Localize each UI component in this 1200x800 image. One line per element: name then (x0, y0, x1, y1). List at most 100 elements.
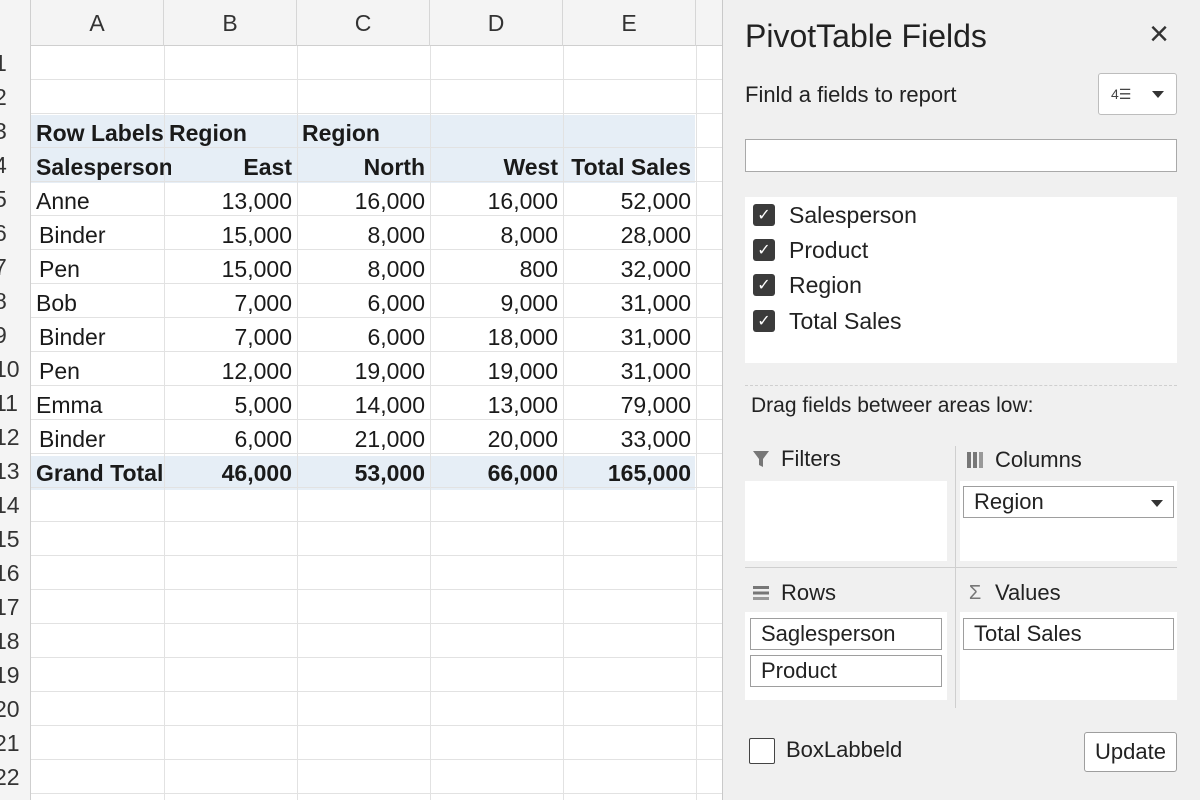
cell-label[interactable]: Binder (31, 320, 164, 354)
field-item-salesperson[interactable]: ✓ Salesperson (753, 199, 917, 231)
row-header-15[interactable]: 15 (0, 522, 31, 556)
cell-west-header[interactable]: West (430, 150, 563, 184)
cell-west[interactable]: 19,000 (430, 354, 563, 388)
cell-total[interactable]: 32,000 (563, 252, 696, 286)
row-header-6[interactable]: 6 (0, 216, 31, 250)
row-header-16[interactable]: 16 (0, 556, 31, 590)
row-header-12[interactable]: 12 (0, 420, 31, 454)
cell-east[interactable]: 7,000 (164, 320, 297, 354)
cell-grand-total-sum[interactable]: 165,000 (563, 456, 696, 490)
cell-north[interactable]: 16,000 (297, 184, 430, 218)
cell-total[interactable]: 79,000 (563, 388, 696, 422)
cell-label[interactable]: Bob (31, 286, 164, 320)
cell-total-sales-header[interactable]: Total Sales (563, 150, 696, 184)
field-search-input[interactable] (745, 139, 1177, 172)
cell-north[interactable]: 21,000 (297, 422, 430, 456)
row-header-18[interactable]: 18 (0, 624, 31, 658)
cell-salesperson-header[interactable]: Salesperson (31, 150, 171, 184)
cell-label[interactable]: Binder (31, 422, 164, 456)
cell-west[interactable]: 800 (430, 252, 563, 286)
row-header-19[interactable]: 19 (0, 658, 31, 692)
row-header-10[interactable]: 10 (0, 352, 31, 386)
cell-total[interactable]: 31,000 (563, 354, 696, 388)
row-header-14[interactable]: 14 (0, 488, 31, 522)
cell-east[interactable]: 12,000 (164, 354, 297, 388)
rows-field-product[interactable]: Product (750, 655, 942, 687)
field-item-total-sales[interactable]: ✓ Total Sales (753, 305, 902, 337)
checkbox-checked-icon[interactable]: ✓ (753, 274, 775, 296)
row-header-13[interactable]: 13 (0, 454, 31, 488)
cell-north[interactable]: 19,000 (297, 354, 430, 388)
cell-label[interactable]: Pen (31, 354, 164, 388)
cell-region-label-c[interactable]: Region (297, 116, 430, 150)
cell-grand-total-west[interactable]: 66,000 (430, 456, 563, 490)
cell-west[interactable]: 18,000 (430, 320, 563, 354)
defer-update-checkbox[interactable] (749, 738, 775, 764)
cell-west[interactable]: 16,000 (430, 184, 563, 218)
values-field-total-sales[interactable]: Total Sales (963, 618, 1174, 650)
row-header-2[interactable]: 2 (0, 80, 31, 114)
cell-label[interactable]: Binder (31, 218, 164, 252)
cell-west[interactable]: 9,000 (430, 286, 563, 320)
cell-total[interactable]: 33,000 (563, 422, 696, 456)
columns-field-region[interactable]: Region (963, 486, 1174, 518)
field-item-region[interactable]: ✓ Region (753, 269, 862, 301)
row-header-11[interactable]: 11 (0, 386, 31, 420)
checkbox-checked-icon[interactable]: ✓ (753, 204, 775, 226)
column-header-a[interactable]: A (31, 0, 164, 46)
row-header-1[interactable]: 1 (0, 46, 31, 80)
cell-total[interactable]: 28,000 (563, 218, 696, 252)
checkbox-checked-icon[interactable]: ✓ (753, 310, 775, 332)
cell-label[interactable]: Anne (31, 184, 164, 218)
cell-east[interactable]: 13,000 (164, 184, 297, 218)
cell-label[interactable]: Pen (31, 252, 164, 286)
row-header-17[interactable]: 17 (0, 590, 31, 624)
column-header-d[interactable]: D (430, 0, 563, 46)
cell-label[interactable]: Emma (31, 388, 164, 422)
column-header-b[interactable]: B (164, 0, 297, 46)
row-header-5[interactable]: 5 (0, 182, 31, 216)
column-header-e[interactable]: E (563, 0, 696, 46)
cell-total[interactable]: 52,000 (563, 184, 696, 218)
cell-west[interactable]: 8,000 (430, 218, 563, 252)
filters-drop-area[interactable] (745, 481, 947, 561)
row-header-20[interactable]: 20 (0, 692, 31, 726)
select-all-corner[interactable] (0, 0, 31, 46)
column-header-c[interactable]: C (297, 0, 430, 46)
cell-north[interactable]: 6,000 (297, 320, 430, 354)
close-icon[interactable]: × (1143, 15, 1175, 53)
row-header-8[interactable]: 8 (0, 284, 31, 318)
cell-north-header[interactable]: North (297, 150, 430, 184)
cell-grand-total-north[interactable]: 53,000 (297, 456, 430, 490)
cell-north[interactable]: 14,000 (297, 388, 430, 422)
row-header-3[interactable]: 3 (0, 114, 31, 148)
row-header-4[interactable]: 4 (0, 148, 31, 182)
cell-north[interactable]: 6,000 (297, 286, 430, 320)
cell-total[interactable]: 31,000 (563, 286, 696, 320)
row-header-21[interactable]: 21 (0, 726, 31, 760)
cell-west[interactable]: 20,000 (430, 422, 563, 456)
cell-east-header[interactable]: East (164, 150, 297, 184)
rows-field-salesperson[interactable]: Saglesperson (750, 618, 942, 650)
cell-north[interactable]: 8,000 (297, 218, 430, 252)
field-item-product[interactable]: ✓ Product (753, 234, 868, 266)
row-header-22[interactable]: 22 (0, 760, 31, 794)
cell-region-label-b[interactable]: Region (164, 116, 297, 150)
cell-east[interactable]: 15,000 (164, 218, 297, 252)
cell-east[interactable]: 7,000 (164, 286, 297, 320)
row-header-9[interactable]: 9 (0, 318, 31, 352)
cell-north[interactable]: 8,000 (297, 252, 430, 286)
cell-east[interactable]: 6,000 (164, 422, 297, 456)
cell-grand-total-east[interactable]: 46,000 (164, 456, 297, 490)
update-button[interactable]: Update (1084, 732, 1177, 772)
cell-grand-total-label[interactable]: Grand Total (31, 456, 164, 490)
cell-east[interactable]: 15,000 (164, 252, 297, 286)
spreadsheet-grid[interactable]: A B C D E 123456789101112131415161718192… (0, 0, 722, 800)
checkbox-checked-icon[interactable]: ✓ (753, 239, 775, 261)
cell-row-labels[interactable]: Row Labels (31, 116, 164, 150)
cell-west[interactable]: 13,000 (430, 388, 563, 422)
cell-east[interactable]: 5,000 (164, 388, 297, 422)
row-header-7[interactable]: 7 (0, 250, 31, 284)
cell-total[interactable]: 31,000 (563, 320, 696, 354)
field-list-tools-button[interactable]: 4☰ (1098, 73, 1177, 115)
